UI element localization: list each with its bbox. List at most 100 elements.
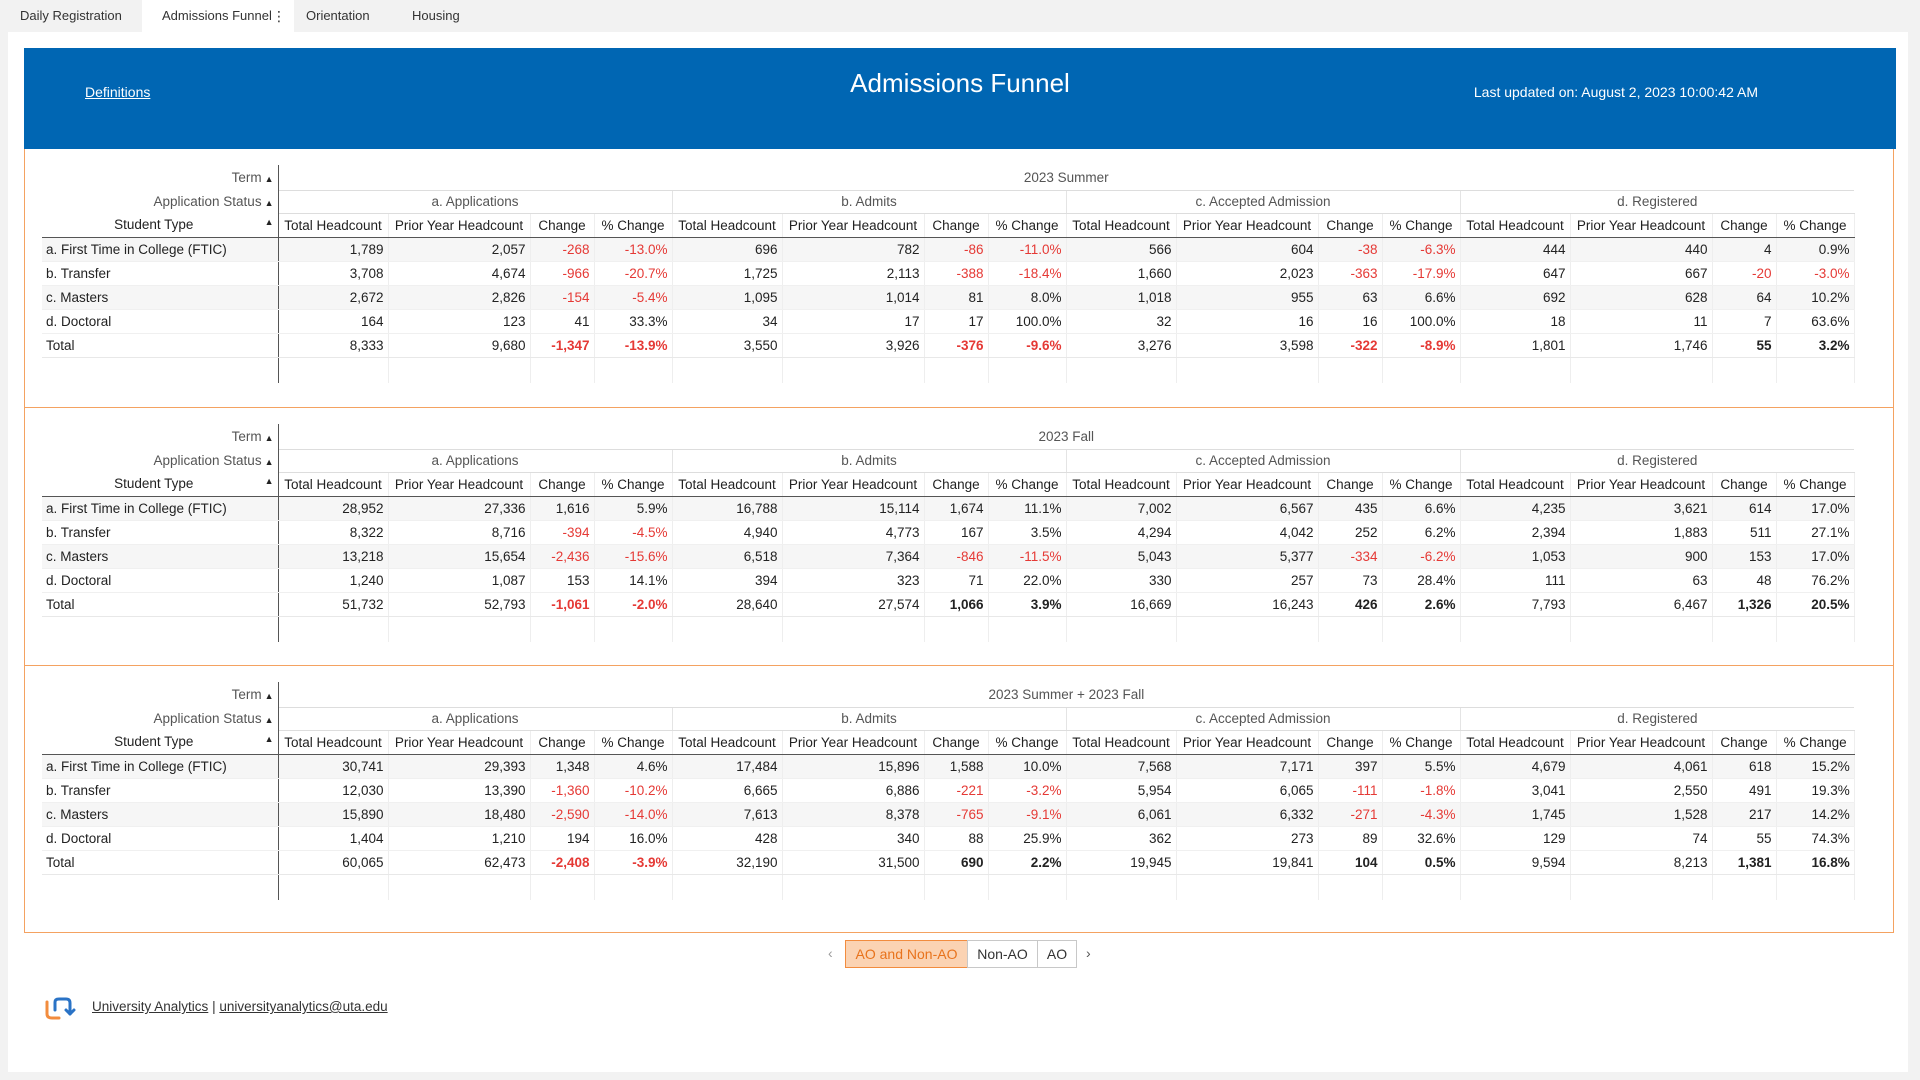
- column-header-pct-change: % Change: [988, 472, 1067, 497]
- cell-accepted-admission-total-headcount: 6,061: [1066, 802, 1177, 827]
- page-button-ao-and-non-ao[interactable]: AO and Non-AO: [845, 940, 968, 968]
- cell-accepted-admission-total-headcount: 5,043: [1066, 544, 1177, 569]
- cell-accepted-admission-pct-change: 6.2%: [1382, 520, 1461, 545]
- chevron-right-icon[interactable]: ›: [1086, 940, 1091, 966]
- student-type-header[interactable]: Student Type ▲: [42, 213, 279, 238]
- page-button-ao[interactable]: AO: [1037, 940, 1077, 968]
- application-status-header[interactable]: Application Status ▲: [42, 707, 279, 730]
- cell-applications-change: 1,348: [530, 754, 595, 779]
- cell-admits-change: -221: [924, 778, 989, 803]
- cell-applications-total-headcount: 15,890: [278, 802, 389, 827]
- cell-accepted-admission-change: -38: [1318, 237, 1383, 262]
- chevron-left-icon[interactable]: ‹: [828, 940, 833, 966]
- application-status-header[interactable]: Application Status ▲: [42, 190, 279, 213]
- empty-cell: [672, 874, 783, 900]
- group-header-admits: b. Admits: [672, 707, 1067, 731]
- cell-applications-change: 194: [530, 826, 595, 851]
- cell-admits-prior-year-headcount: 2,113: [782, 261, 925, 286]
- cell-admits-change: -376: [924, 333, 989, 358]
- column-header-prior-year-headcount: Prior Year Headcount: [782, 730, 925, 755]
- cell-applications-total-headcount: 60,065: [278, 850, 389, 875]
- tab-housing[interactable]: Housing: [392, 0, 492, 32]
- table-row: d. Doctoral 164 123 41 33.3% 34 17 17 100.0% 32 16…: [42, 309, 1855, 334]
- sort-ascending-icon[interactable]: ▲: [265, 457, 274, 467]
- empty-cell: [988, 357, 1067, 383]
- sort-ascending-icon[interactable]: ▲: [265, 433, 274, 443]
- sort-ascending-icon[interactable]: ▲: [265, 198, 274, 208]
- tab-label: Housing: [412, 8, 460, 23]
- cell-accepted-admission-prior-year-headcount: 955: [1176, 285, 1319, 310]
- column-header-prior-year-headcount: Prior Year Headcount: [1570, 213, 1713, 238]
- column-header-change: Change: [1318, 213, 1383, 238]
- column-header-prior-year-headcount: Prior Year Headcount: [1570, 730, 1713, 755]
- application-status-header[interactable]: Application Status ▲: [42, 449, 279, 472]
- sort-ascending-icon[interactable]: ▲: [265, 174, 274, 184]
- cell-admits-change: 1,588: [924, 754, 989, 779]
- cell-registered-pct-change: 17.0%: [1776, 496, 1855, 521]
- tab-daily-registration[interactable]: Daily Registration: [0, 0, 142, 32]
- sort-ascending-icon[interactable]: ▲: [265, 715, 274, 725]
- cell-registered-change: 1,381: [1712, 850, 1777, 875]
- cell-admits-change: -388: [924, 261, 989, 286]
- last-updated-text: Last updated on: August 2, 2023 10:00:42…: [1473, 84, 1758, 100]
- tab-admissions-funnel[interactable]: Admissions Funnel ⋮: [142, 0, 294, 32]
- empty-cell: [278, 616, 389, 642]
- cell-accepted-admission-prior-year-headcount: 5,377: [1176, 544, 1319, 569]
- term-value: 2023 Summer: [278, 165, 1855, 191]
- column-header-change: Change: [1318, 472, 1383, 497]
- empty-cell: [1318, 874, 1383, 900]
- cell-applications-total-headcount: 2,672: [278, 285, 389, 310]
- column-header-pct-change: % Change: [988, 730, 1067, 755]
- column-header-total-headcount: Total Headcount: [672, 472, 783, 497]
- term-header[interactable]: Term ▲: [42, 165, 279, 190]
- cell-registered-prior-year-headcount: 8,213: [1570, 850, 1713, 875]
- cell-admits-prior-year-headcount: 1,014: [782, 285, 925, 310]
- column-header-change: Change: [530, 730, 595, 755]
- column-header-pct-change: % Change: [1382, 730, 1461, 755]
- term-header[interactable]: Term ▲: [42, 682, 279, 707]
- cell-admits-change: 88: [924, 826, 989, 851]
- page-button-non-ao[interactable]: Non-AO: [967, 940, 1038, 968]
- group-header-registered: d. Registered: [1460, 190, 1855, 214]
- student-type-header[interactable]: Student Type ▲: [42, 730, 279, 755]
- cell-applications-prior-year-headcount: 15,654: [388, 544, 531, 569]
- cell-applications-pct-change: 33.3%: [594, 309, 673, 334]
- cell-applications-change: -2,590: [530, 802, 595, 827]
- cell-registered-change: 48: [1712, 568, 1777, 593]
- cell-registered-total-headcount: 647: [1460, 261, 1571, 286]
- cell-admits-pct-change: 100.0%: [988, 309, 1067, 334]
- student-type-header[interactable]: Student Type ▲: [42, 472, 279, 497]
- cell-applications-prior-year-headcount: 18,480: [388, 802, 531, 827]
- cell-accepted-admission-total-headcount: 330: [1066, 568, 1177, 593]
- empty-cell: [42, 616, 279, 642]
- column-header-total-headcount: Total Headcount: [1066, 730, 1177, 755]
- sort-ascending-icon[interactable]: ▲: [265, 476, 274, 486]
- cell-applications-change: -154: [530, 285, 595, 310]
- cell-accepted-admission-pct-change: 28.4%: [1382, 568, 1461, 593]
- email-link[interactable]: universityanalytics@uta.edu: [219, 999, 387, 1014]
- cell-applications-change: -2,436: [530, 544, 595, 569]
- cell-registered-change: 614: [1712, 496, 1777, 521]
- cell-applications-change: -1,360: [530, 778, 595, 803]
- cell-admits-total-headcount: 6,665: [672, 778, 783, 803]
- tab-label: Admissions Funnel: [162, 8, 272, 23]
- cell-admits-total-headcount: 32,190: [672, 850, 783, 875]
- term-header[interactable]: Term ▲: [42, 424, 279, 449]
- more-options-icon[interactable]: ⋮: [272, 0, 286, 32]
- sort-ascending-icon[interactable]: ▲: [265, 217, 274, 227]
- empty-cell: [1318, 357, 1383, 383]
- university-analytics-link[interactable]: University Analytics: [92, 999, 208, 1014]
- cell-registered-change: 618: [1712, 754, 1777, 779]
- student-type-cell: a. First Time in College (FTIC): [42, 496, 279, 521]
- cell-registered-prior-year-headcount: 900: [1570, 544, 1713, 569]
- cell-registered-change: 217: [1712, 802, 1777, 827]
- empty-cell: [1066, 357, 1177, 383]
- cell-admits-pct-change: -11.5%: [988, 544, 1067, 569]
- tab-orientation[interactable]: Orientation: [286, 0, 390, 32]
- cell-applications-total-headcount: 3,708: [278, 261, 389, 286]
- cell-applications-pct-change: -4.5%: [594, 520, 673, 545]
- sort-ascending-icon[interactable]: ▲: [265, 691, 274, 701]
- sort-ascending-icon[interactable]: ▲: [265, 734, 274, 744]
- group-header-applications: a. Applications: [278, 449, 673, 473]
- crosstab-panel-combined: Term ▲ 2023 Summer + 2023 Fall Application …: [24, 665, 1894, 933]
